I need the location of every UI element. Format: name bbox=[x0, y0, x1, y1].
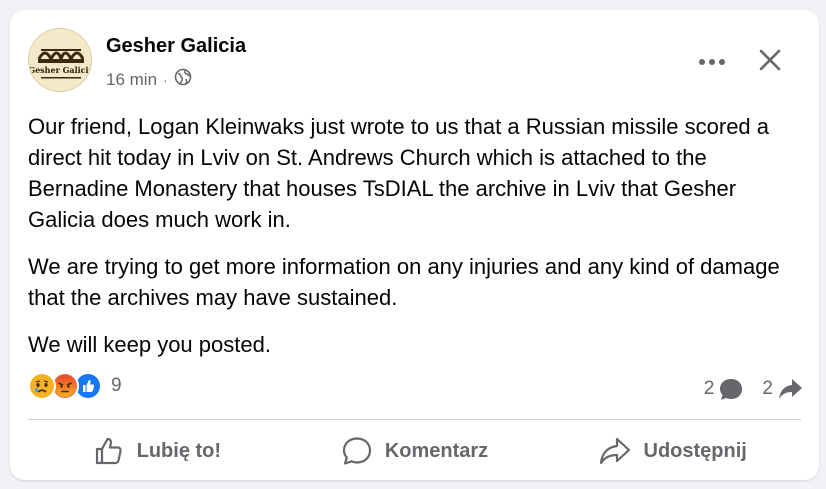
post-card: Gesher Galicia Gesher Galicia 16 min · O… bbox=[10, 10, 819, 480]
post-meta: 16 min · bbox=[106, 68, 192, 91]
close-icon bbox=[759, 49, 781, 71]
post-paragraph: Our friend, Logan Kleinwaks just wrote t… bbox=[28, 114, 770, 232]
page-avatar[interactable]: Gesher Galicia bbox=[28, 28, 92, 92]
author-name[interactable]: Gesher Galicia bbox=[106, 35, 246, 58]
gesher-galicia-logo-icon: Gesher Galicia bbox=[29, 29, 92, 91]
comment-count: 2 bbox=[703, 378, 715, 399]
post-text: Our friend, Logan Kleinwaks just wrote t… bbox=[28, 111, 808, 376]
meta-separator: · bbox=[163, 71, 168, 88]
share-count: 2 bbox=[762, 378, 773, 399]
comment-bubble-icon bbox=[720, 379, 743, 400]
share-button[interactable]: Udostępnij bbox=[543, 429, 801, 473]
divider bbox=[28, 419, 801, 420]
comment-button-label: Komentarz bbox=[384, 439, 489, 462]
sad-reaction-icon bbox=[28, 372, 56, 400]
svg-text:Gesher Galicia: Gesher Galicia bbox=[29, 65, 92, 75]
post-paragraph: We will keep you posted. bbox=[28, 332, 271, 357]
thumbs-up-icon bbox=[95, 437, 122, 465]
comment-button[interactable]: Komentarz bbox=[286, 429, 544, 473]
share-count-stat[interactable]: 2 bbox=[762, 377, 803, 401]
comment-count-stat[interactable]: 2 bbox=[704, 376, 745, 402]
post-time[interactable]: 16 min bbox=[106, 70, 157, 90]
post-actions-bar: Lubię to! Komentarz Udostępnij bbox=[28, 428, 801, 474]
engagement-stats: 2 2 bbox=[704, 376, 803, 402]
like-button-label: Lubię to! bbox=[136, 439, 222, 462]
post-paragraph: We are trying to get more information on… bbox=[28, 254, 780, 310]
comment-icon bbox=[342, 437, 371, 465]
more-options-button[interactable] bbox=[690, 44, 734, 80]
close-button[interactable] bbox=[750, 40, 790, 80]
more-dots-icon bbox=[699, 59, 725, 65]
share-icon bbox=[599, 437, 630, 465]
like-button[interactable]: Lubię to! bbox=[28, 429, 286, 473]
share-button-label: Udostępnij bbox=[643, 439, 747, 462]
globe-icon[interactable] bbox=[174, 68, 192, 91]
reaction-summary[interactable]: 9 bbox=[28, 372, 122, 400]
reaction-count[interactable]: 9 bbox=[111, 375, 122, 397]
share-arrow-icon bbox=[779, 379, 802, 399]
